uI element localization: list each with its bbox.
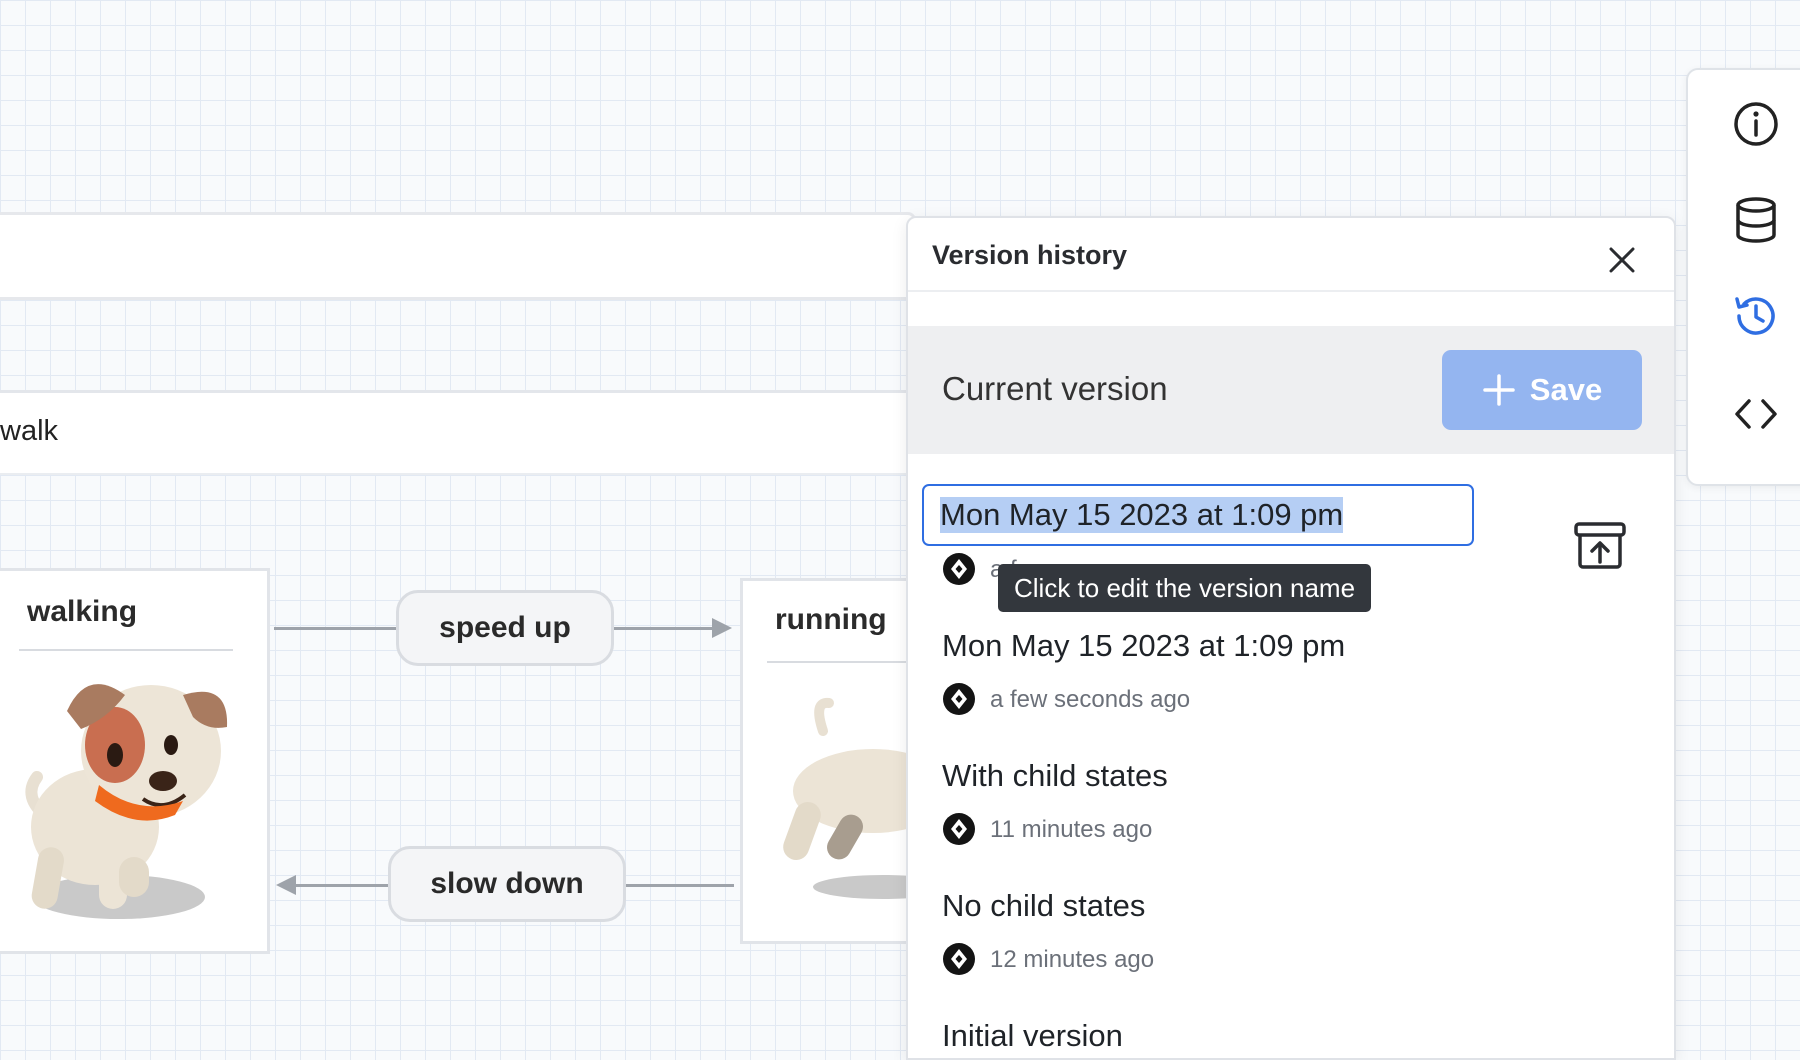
current-version-row: Current version Save [908, 326, 1674, 454]
history-icon [1735, 297, 1775, 335]
current-version-label: Current version [942, 370, 1168, 407]
tooltip: Click to edit the version name [998, 564, 1372, 612]
state-walking-title: walking [27, 595, 138, 628]
edge-line [614, 627, 714, 630]
archive-button[interactable] [1572, 520, 1628, 572]
database-icon [1736, 197, 1776, 243]
dog-walking-image [25, 684, 228, 919]
version-time: 11 minutes ago [990, 816, 1153, 843]
statelyai-logo-icon [943, 553, 975, 585]
tool-rail [1686, 68, 1800, 486]
history-button[interactable] [1728, 288, 1784, 344]
divider [19, 649, 233, 651]
event-slow-down[interactable]: slow down [388, 846, 626, 922]
event-speed-up[interactable]: speed up [396, 590, 614, 666]
version-name-input[interactable] [922, 484, 1474, 546]
version-time: 12 minutes ago [990, 946, 1155, 973]
edge-arrowhead [276, 875, 296, 895]
code-icon [1735, 399, 1777, 429]
version-name[interactable]: With child states [942, 758, 1168, 794]
code-button[interactable] [1728, 386, 1784, 442]
divider [908, 290, 1674, 292]
version-name[interactable]: No child states [942, 888, 1145, 924]
info-button[interactable] [1728, 96, 1784, 152]
plus-icon [1483, 374, 1515, 406]
database-button[interactable] [1728, 192, 1784, 248]
statelyai-logo-icon [943, 813, 975, 845]
save-button-label: Save [1529, 372, 1603, 407]
edge-arrowhead [712, 618, 732, 638]
close-icon [1609, 247, 1635, 273]
version-history-panel: Version history Current version Save Mon… [906, 216, 1676, 1060]
version-name[interactable]: Mon May 15 2023 at 1:09 pm [942, 628, 1345, 664]
version-time: a few seconds ago [990, 686, 1191, 713]
version-name[interactable]: Initial version [942, 1018, 1123, 1054]
state-walking[interactable]: walking [0, 568, 270, 954]
machine-container [0, 212, 916, 300]
close-button[interactable] [1602, 240, 1642, 280]
edge-line [296, 884, 390, 887]
archive-restore-icon [1574, 522, 1626, 569]
edge-line [274, 627, 398, 630]
info-icon [1734, 102, 1778, 146]
state-running-title: running [775, 603, 887, 636]
statelyai-logo-icon [943, 683, 975, 715]
edge-line [626, 884, 734, 887]
state-walk-label: walk [0, 415, 59, 447]
panel-title: Version history [932, 240, 1128, 270]
save-button[interactable]: Save [1442, 350, 1642, 430]
state-walk[interactable]: walk [0, 390, 910, 475]
statelyai-logo-icon [943, 943, 975, 975]
